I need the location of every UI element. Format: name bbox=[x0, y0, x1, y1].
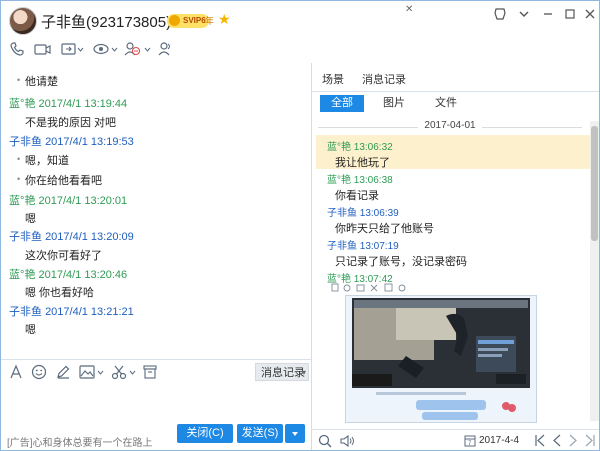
dropdown-menu-icon[interactable] bbox=[515, 7, 533, 25]
chat-window: 子非鱼(923173805) SVIP6 年 ★ • 他请楚 蓝°艳 2017/… bbox=[0, 0, 600, 451]
filter-all[interactable]: 全部 bbox=[320, 95, 364, 112]
window-title: 子非鱼(923173805) bbox=[41, 14, 172, 31]
tab-scene[interactable]: 场景 bbox=[322, 71, 344, 87]
message-history-button[interactable]: 消息记录 bbox=[255, 363, 309, 382]
last-page-icon[interactable] bbox=[584, 434, 596, 450]
message-time: 2017/4/1 13:20:09 bbox=[45, 231, 134, 243]
record-header: 子非鱼 13:07:19 bbox=[327, 237, 399, 252]
record-time: 13:06:39 bbox=[359, 208, 399, 219]
archive-icon[interactable] bbox=[143, 364, 157, 382]
side-panel-tabs: 场景 消息记录 bbox=[312, 67, 599, 92]
filter-images[interactable]: 图片 bbox=[374, 95, 414, 112]
remote-assist-icon[interactable] bbox=[93, 41, 119, 61]
filter-files[interactable]: 文件 bbox=[426, 95, 466, 112]
record-sender[interactable]: 子非鱼 bbox=[327, 208, 357, 219]
first-page-icon[interactable] bbox=[534, 434, 546, 450]
input-toolbar: 消息记录 bbox=[1, 359, 311, 386]
history-scrollbar-thumb[interactable] bbox=[591, 126, 598, 241]
previous-page-icon[interactable] bbox=[552, 434, 562, 450]
message-header: 子非鱼 2017/4/1 13:21:21 bbox=[9, 303, 134, 319]
group-chat-icon[interactable] bbox=[157, 41, 175, 61]
image-action-icons bbox=[331, 283, 531, 293]
message-text: 嗯 你也看好哈 bbox=[25, 287, 95, 299]
record-time: 13:06:32 bbox=[353, 142, 393, 153]
message-header: 子非鱼 2017/4/1 13:20:09 bbox=[9, 228, 134, 244]
tab-message-history[interactable]: 消息记录 bbox=[362, 71, 406, 87]
svip-badge[interactable]: SVIP6 bbox=[167, 14, 209, 28]
record-sender[interactable]: 子非鱼 bbox=[327, 241, 357, 252]
record-sender[interactable]: 蓝°艳 bbox=[327, 142, 351, 153]
record-text: 你昨天只给了他账号 bbox=[335, 223, 434, 235]
skin-icon[interactable] bbox=[491, 7, 509, 25]
record-text: 只记录了账号，没记录密码 bbox=[335, 256, 467, 268]
avatar[interactable] bbox=[9, 7, 37, 35]
message-text: 他请楚 bbox=[25, 76, 58, 88]
maximize-icon[interactable] bbox=[561, 7, 579, 25]
record-text: 你看记录 bbox=[335, 190, 379, 202]
emoji-icon[interactable] bbox=[31, 364, 47, 382]
sender-name[interactable]: 子非鱼 bbox=[9, 306, 42, 318]
record-sender[interactable]: 蓝°艳 bbox=[327, 175, 351, 186]
record-time: 13:06:38 bbox=[353, 175, 393, 186]
next-page-icon[interactable] bbox=[568, 434, 578, 450]
record-text: 我让他玩了 bbox=[335, 157, 390, 169]
share-screen-icon[interactable] bbox=[61, 41, 85, 61]
minimize-icon[interactable] bbox=[539, 7, 557, 25]
ad-banner[interactable]: [广告]心和身体总要有一个在路上 bbox=[7, 434, 153, 449]
close-button[interactable]: 关闭(C) bbox=[177, 424, 233, 443]
message-text: 嗯，知道 bbox=[25, 155, 69, 167]
pen-icon[interactable] bbox=[55, 364, 71, 382]
message-header: 蓝°艳 2017/4/1 13:20:01 bbox=[9, 192, 127, 208]
add-friends-icon[interactable] bbox=[124, 41, 152, 61]
record-time: 13:07:19 bbox=[359, 241, 399, 252]
shared-screenshot-image[interactable] bbox=[345, 295, 537, 423]
message-text: 不是我的原因 对吧 bbox=[25, 117, 117, 129]
sender-name[interactable]: 蓝°艳 bbox=[9, 195, 35, 207]
sender-name[interactable]: 蓝°艳 bbox=[9, 98, 35, 110]
svip-year-label: 年 bbox=[205, 16, 215, 26]
date-separator: 2017-04-01 bbox=[312, 120, 588, 134]
message-text: 这次你可看好了 bbox=[25, 250, 102, 262]
message-time: 2017/4/1 13:19:53 bbox=[45, 136, 134, 148]
sender-name[interactable]: 子非鱼 bbox=[9, 231, 42, 243]
calendar-icon[interactable]: 7 bbox=[464, 434, 476, 450]
image-icon[interactable] bbox=[79, 364, 105, 382]
close-icon[interactable] bbox=[581, 7, 599, 25]
message-bullet: • bbox=[17, 154, 21, 164]
message-list[interactable]: • 他请楚 蓝°艳 2017/4/1 13:19:44 不是我的原因 对吧 子非… bbox=[1, 67, 311, 357]
history-bottom-bar: 7 bbox=[312, 429, 599, 450]
message-header: 子非鱼 2017/4/1 13:19:53 bbox=[9, 133, 134, 149]
message-time: 2017/4/1 13:21:21 bbox=[45, 306, 134, 318]
sender-name[interactable]: 子非鱼 bbox=[9, 136, 42, 148]
message-bullet: • bbox=[17, 75, 21, 85]
message-text: 嗯 bbox=[25, 213, 36, 225]
speaker-icon[interactable] bbox=[340, 434, 356, 450]
search-icon[interactable] bbox=[318, 434, 332, 450]
record-header: 蓝°艳 13:06:38 bbox=[327, 171, 393, 186]
message-time: 2017/4/1 13:20:01 bbox=[38, 195, 128, 207]
message-time: 2017/4/1 13:20:46 bbox=[38, 269, 128, 281]
sender-name[interactable]: 蓝°艳 bbox=[9, 269, 35, 281]
message-header: 蓝°艳 2017/4/1 13:20:46 bbox=[9, 266, 127, 282]
message-input[interactable] bbox=[1, 386, 311, 422]
star-icon[interactable]: ★ bbox=[218, 11, 231, 28]
message-bullet: • bbox=[17, 174, 21, 184]
font-icon[interactable] bbox=[9, 364, 23, 382]
send-button[interactable]: 发送(S) bbox=[237, 424, 283, 443]
screenshot-scissors-icon[interactable] bbox=[111, 364, 137, 382]
message-header: 蓝°艳 2017/4/1 13:19:44 bbox=[9, 95, 127, 111]
history-filter-bar: 全部 图片 文件 bbox=[312, 92, 599, 114]
message-time: 2017/4/1 13:19:44 bbox=[38, 98, 128, 110]
calendar-date[interactable]: 2017-4-4 bbox=[479, 435, 519, 446]
phone-icon[interactable] bbox=[9, 41, 25, 61]
message-text: 嗯 bbox=[25, 324, 36, 336]
chat-toolbar bbox=[1, 39, 599, 63]
send-options-dropdown[interactable] bbox=[285, 424, 305, 443]
message-text: 你在给他看看吧 bbox=[25, 175, 102, 187]
record-header: 蓝°艳 13:06:32 bbox=[327, 138, 393, 153]
record-header: 子非鱼 13:06:39 bbox=[327, 204, 399, 219]
title-bar: 子非鱼(923173805) SVIP6 年 ★ bbox=[1, 1, 599, 37]
video-call-icon[interactable] bbox=[34, 41, 52, 61]
tab-close-icon[interactable]: ✕ bbox=[405, 4, 413, 15]
